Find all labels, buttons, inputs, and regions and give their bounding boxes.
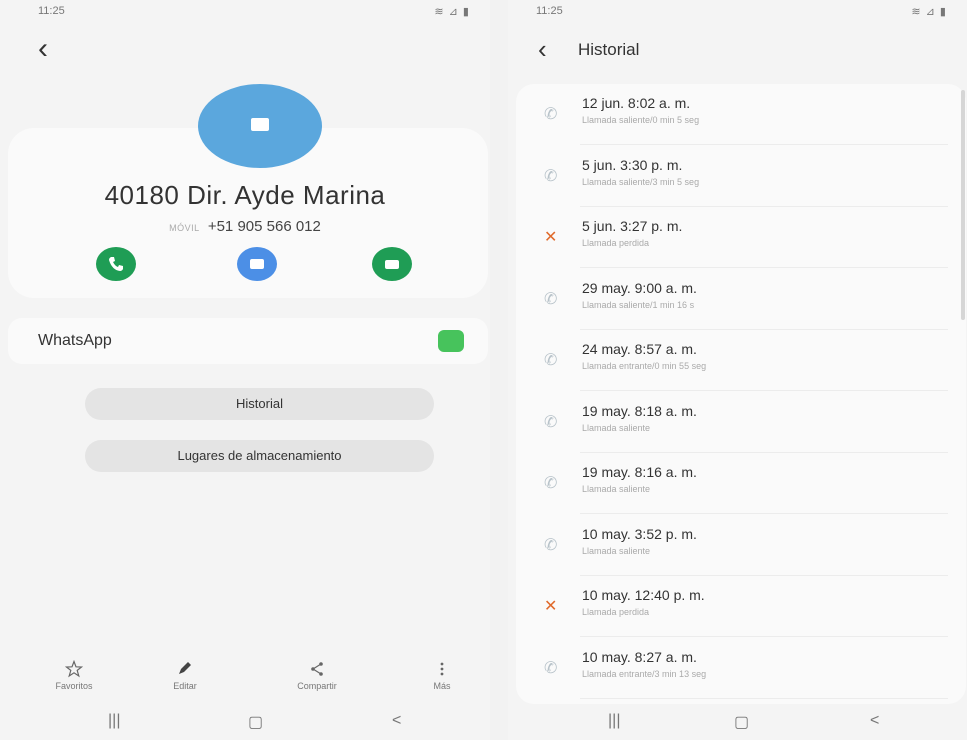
history-row[interactable]: ✆ 10 may. 8:27 a. m. Llamada entrante/3 mi…	[516, 638, 966, 699]
history-datetime: 24 may. 8:57 a. m.	[582, 341, 697, 357]
history-list: ✆ 12 jun. 8:02 a. m. Llamada saliente/0 mi…	[516, 84, 966, 704]
history-button[interactable]: Historial	[85, 388, 434, 420]
history-datetime: 10 may. 8:27 a. m.	[582, 648, 697, 665]
history-datetime: 10 may. 12:40 p. m.	[582, 587, 705, 603]
incoming-call-icon: ✆	[544, 352, 558, 369]
history-row[interactable]: ✆ 5 jun. 3:30 p. m. Llamada saliente/3 min…	[516, 146, 966, 207]
status-icons: ≋ ⊿ ▮	[911, 6, 947, 18]
history-detail: Llamada saliente	[582, 422, 651, 433]
missed-call-icon: ✕	[544, 229, 558, 246]
status-icons: ≋ ⊿ ▮	[434, 6, 470, 18]
history-row[interactable]: ✆ 24 may. 8:57 a. m. Llamada entrante/0 mi…	[516, 330, 966, 391]
back-icon[interactable]: ‹	[38, 34, 48, 64]
contact-icon	[251, 118, 269, 131]
missed-call-icon: ✕	[544, 598, 558, 615]
history-datetime: 5 jun. 3:30 p. m.	[582, 156, 683, 173]
more-label: Más	[433, 681, 451, 691]
edit-label: Editar	[173, 681, 197, 691]
action-bar: Favoritos Editar Compartir Más	[0, 660, 490, 700]
history-row[interactable]: ✆ 19 may. 8:18 a. m. Llamada saliente	[516, 392, 966, 453]
phone-number: +51 905 566 012	[207, 218, 321, 235]
history-detail: Llamada saliente	[582, 484, 651, 494]
pencil-icon	[179, 662, 191, 674]
history-detail: Llamada entrante/0 min 55 seg	[582, 361, 707, 371]
favorites-button[interactable]: Favoritos	[34, 660, 114, 691]
page-title: Historial	[578, 40, 640, 59]
history-detail: Llamada perdida	[582, 238, 650, 248]
edit-button[interactable]: Editar	[145, 660, 225, 691]
history-row[interactable]: ✆ 12 jun. 8:02 a. m. Llamada saliente/0 mi…	[516, 84, 966, 145]
more-icon	[440, 662, 444, 676]
history-datetime: 29 may. 9:00 a. m.	[582, 279, 697, 296]
back-icon[interactable]: ‹	[538, 34, 547, 64]
contact-detail-screen: 11:25 ≋ ⊿ ▮ ‹ 40180 Dir. Ayde Marina MÓV…	[0, 0, 490, 740]
outgoing-call-icon: ✆	[544, 536, 558, 554]
home-button[interactable]: ▢	[734, 712, 749, 732]
status-bar: 11:25 ≋ ⊿ ▮	[508, 0, 967, 22]
history-row[interactable]: ✆ 19 may. 8:16 a. m. Llamada saliente	[516, 453, 966, 514]
navigation-bar: ||| ▢ <	[508, 700, 967, 740]
history-detail: Llamada entrante/3 min 13 seg	[582, 668, 707, 679]
outgoing-call-icon: ✆	[544, 290, 558, 308]
phone-type-label: MÓVIL	[169, 223, 200, 233]
history-detail: Llamada saliente/0 min 5 seg	[582, 115, 700, 125]
navigation-bar: ||| ▢ <	[0, 700, 490, 740]
video-icon	[385, 260, 399, 269]
incoming-call-icon: ✆	[544, 659, 558, 677]
row-divider	[580, 697, 948, 699]
history-row[interactable]: ✆ 29 may. 9:00 a. m. Llamada saliente/1 mi…	[516, 269, 966, 330]
scrollbar[interactable]	[961, 90, 965, 320]
history-detail: Llamada saliente	[582, 545, 651, 556]
home-button[interactable]: ▢	[248, 712, 263, 732]
history-datetime: 12 jun. 8:02 a. m.	[582, 95, 691, 111]
status-time: 11:25	[38, 5, 65, 17]
history-row[interactable]: ✕ 10 may. 12:40 p. m. Llamada perdida	[516, 576, 966, 637]
share-label: Compartir	[297, 681, 337, 691]
whatsapp-label: WhatsApp	[38, 332, 112, 349]
history-detail: Llamada saliente/1 min 16 s	[582, 299, 695, 310]
history-row[interactable]: ✆ 10 may. 3:52 p. m. Llamada saliente	[516, 515, 966, 576]
outgoing-call-icon: ✆	[544, 413, 558, 431]
whatsapp-row[interactable]: WhatsApp	[8, 318, 488, 364]
outgoing-call-icon: ✆	[544, 167, 558, 185]
video-call-button[interactable]	[372, 247, 412, 281]
share-icon	[311, 662, 323, 676]
history-datetime: 5 jun. 3:27 p. m.	[582, 218, 683, 234]
share-button[interactable]: Compartir	[277, 660, 357, 691]
favorites-label: Favoritos	[55, 681, 93, 691]
avatar	[198, 84, 322, 168]
history-datetime: 10 may. 3:52 p. m.	[582, 525, 697, 542]
storage-button[interactable]: Lugares de almacenamiento	[85, 440, 434, 472]
back-button[interactable]: <	[392, 712, 401, 730]
phone-row[interactable]: MÓVIL +51 905 566 012	[0, 218, 490, 235]
history-detail: Llamada saliente/3 min 5 seg	[582, 176, 700, 187]
more-button[interactable]: Más	[402, 660, 482, 691]
history-row[interactable]: ✕ 5 jun. 3:27 p. m. Llamada perdida	[516, 207, 966, 268]
message-button[interactable]	[237, 247, 277, 281]
contact-name: 40180 Dir. Ayde Marina	[104, 180, 386, 210]
recents-button[interactable]: |||	[608, 712, 620, 730]
outgoing-call-icon: ✆	[544, 106, 558, 123]
history-datetime: 19 may. 8:16 a. m.	[582, 464, 697, 480]
whatsapp-icon[interactable]	[438, 330, 464, 352]
status-bar: 11:25 ≋ ⊿ ▮	[0, 0, 490, 22]
recents-button[interactable]: |||	[108, 712, 120, 730]
status-time: 11:25	[536, 5, 563, 17]
call-button[interactable]	[96, 247, 136, 281]
star-icon	[65, 660, 83, 678]
outgoing-call-icon: ✆	[544, 475, 558, 492]
back-button[interactable]: <	[870, 712, 879, 730]
message-icon	[250, 259, 264, 269]
history-datetime: 19 may. 8:18 a. m.	[582, 402, 697, 419]
history-detail: Llamada perdida	[582, 607, 650, 617]
phone-icon	[109, 257, 123, 271]
history-screen: 11:25 ≋ ⊿ ▮ ‹ Historial ✆ 12 jun. 8:02 a.…	[508, 0, 967, 740]
